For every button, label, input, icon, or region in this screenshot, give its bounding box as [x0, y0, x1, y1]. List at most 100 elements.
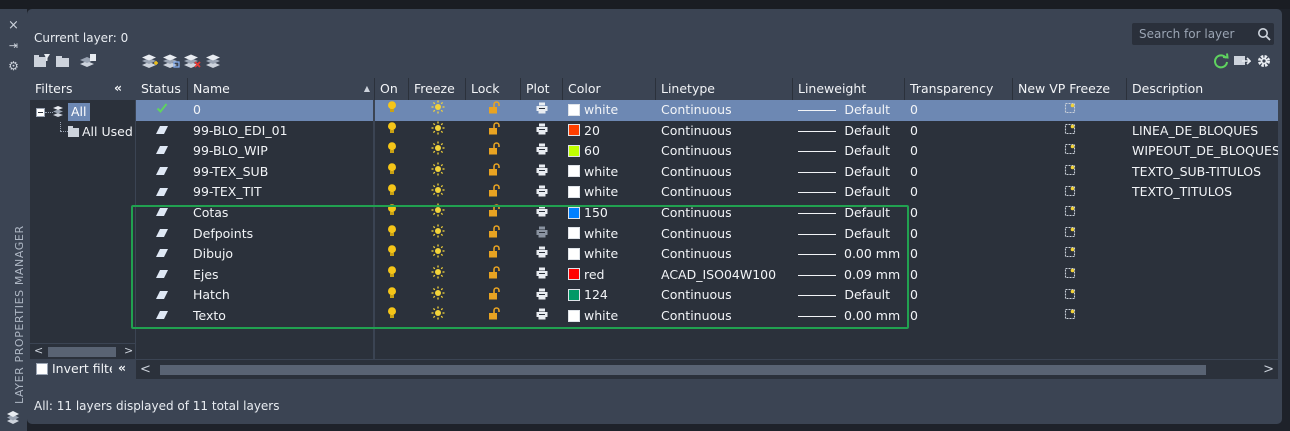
layer-transparency-cell[interactable]: 0: [905, 224, 1013, 245]
layer-color-cell[interactable]: white: [563, 306, 656, 327]
filter-scroll-thumb[interactable]: [48, 347, 116, 357]
color-swatch[interactable]: [568, 124, 580, 137]
lightbulb-on-icon[interactable]: [386, 265, 398, 285]
layer-freeze-cell[interactable]: [409, 121, 466, 142]
layer-on-cell[interactable]: [375, 121, 409, 142]
open-padlock-icon[interactable]: [488, 286, 500, 306]
layer-status-cell[interactable]: [136, 285, 188, 306]
color-swatch[interactable]: [568, 227, 580, 240]
layer-on-cell[interactable]: [375, 224, 409, 245]
layer-new-vp-freeze-cell[interactable]: [1013, 285, 1127, 306]
layer-name-cell[interactable]: Hatch: [188, 285, 375, 306]
layer-color-cell[interactable]: 60: [563, 141, 656, 162]
lightbulb-on-icon[interactable]: [386, 100, 398, 120]
autohide-icon[interactable]: ⇥: [0, 39, 27, 53]
layer-color-cell[interactable]: white: [563, 244, 656, 265]
column-header-lineweight[interactable]: Lineweight: [793, 78, 905, 100]
layer-new-vp-freeze-cell[interactable]: [1013, 224, 1127, 245]
viewport-freeze-icon[interactable]: [1064, 286, 1076, 306]
grid-horizontal-scrollbar[interactable]: < >: [136, 359, 1278, 379]
lightbulb-on-icon[interactable]: [386, 121, 398, 141]
color-swatch[interactable]: [568, 185, 580, 198]
close-icon[interactable]: ×: [0, 19, 27, 33]
layer-plot-cell[interactable]: [521, 182, 563, 203]
layer-lineweight-cell[interactable]: Default: [793, 203, 905, 224]
layer-row[interactable]: Ejes red ACAD_ISO04W100 0.09 mm 0: [136, 265, 1278, 286]
printer-disabled-icon[interactable]: [536, 224, 548, 244]
new-vp-frozen-layer-icon[interactable]: [162, 53, 180, 69]
layer-color-cell[interactable]: red: [563, 265, 656, 286]
layer-lock-cell[interactable]: [466, 285, 521, 306]
grid-scroll-right-arrow[interactable]: >: [1263, 362, 1274, 377]
layer-color-cell[interactable]: white: [563, 100, 656, 121]
layer-new-vp-freeze-cell[interactable]: [1013, 100, 1127, 121]
color-swatch[interactable]: [568, 144, 580, 157]
layer-linetype-cell[interactable]: Continuous: [656, 100, 793, 121]
open-padlock-icon[interactable]: [488, 244, 500, 264]
layer-status-cell[interactable]: [136, 203, 188, 224]
layer-lock-cell[interactable]: [466, 306, 521, 327]
tree-item-all-used-layers[interactable]: All Used Layers: [30, 122, 135, 142]
column-header-linetype[interactable]: Linetype: [656, 78, 793, 100]
layer-name-cell[interactable]: Defpoints: [188, 224, 375, 245]
layer-freeze-cell[interactable]: [409, 306, 466, 327]
search-icon[interactable]: [1256, 25, 1272, 46]
printer-icon[interactable]: [536, 100, 548, 120]
layer-row[interactable]: 99-BLO_WIP 60 Continuous Default 0 WIPEOUT_DE…: [136, 141, 1278, 162]
layer-description-cell[interactable]: [1127, 203, 1278, 224]
printer-icon[interactable]: [536, 203, 548, 223]
layer-linetype-cell[interactable]: ACAD_ISO04W100: [656, 265, 793, 286]
layer-name-cell[interactable]: Ejes: [188, 265, 375, 286]
column-header-transparency[interactable]: Transparency: [905, 78, 1013, 100]
layer-plot-cell[interactable]: [521, 141, 563, 162]
layer-lock-cell[interactable]: [466, 244, 521, 265]
viewport-freeze-icon[interactable]: [1064, 141, 1076, 161]
column-header-lock[interactable]: Lock: [466, 78, 521, 100]
new-layer-icon[interactable]: [141, 53, 159, 69]
column-header-status[interactable]: Status: [136, 78, 188, 100]
layer-row[interactable]: Texto white Continuous 0.00 mm 0: [136, 306, 1278, 327]
layer-lineweight-cell[interactable]: 0.00 mm: [793, 244, 905, 265]
layer-name-cell[interactable]: Dibujo: [188, 244, 375, 265]
layer-on-cell[interactable]: [375, 203, 409, 224]
layer-row[interactable]: 99-TEX_TIT white Continuous Default 0 TEXTO_T…: [136, 182, 1278, 203]
layer-plot-cell[interactable]: [521, 224, 563, 245]
set-current-icon[interactable]: [205, 53, 223, 69]
open-padlock-icon[interactable]: [488, 121, 500, 141]
layer-new-vp-freeze-cell[interactable]: [1013, 244, 1127, 265]
layer-status-cell[interactable]: [136, 265, 188, 286]
layer-description-cell[interactable]: LINEA_DE_BLOQUES: [1127, 121, 1278, 142]
layer-row[interactable]: 99-BLO_EDI_01 20 Continuous Default 0 LINEA_D…: [136, 121, 1278, 142]
layer-status-cell[interactable]: [136, 306, 188, 327]
color-swatch[interactable]: [568, 103, 580, 116]
layer-row[interactable]: Defpoints white Continuous Default 0: [136, 224, 1278, 245]
column-header-freeze[interactable]: Freeze: [409, 78, 466, 100]
layer-plot-cell[interactable]: [521, 244, 563, 265]
layer-description-cell[interactable]: [1127, 306, 1278, 327]
layer-lineweight-cell[interactable]: 0.00 mm: [793, 306, 905, 327]
viewport-freeze-icon[interactable]: [1064, 121, 1076, 141]
layer-name-cell[interactable]: 99-TEX_SUB: [188, 162, 375, 183]
lightbulb-on-icon[interactable]: [386, 141, 398, 161]
sun-thawed-icon[interactable]: [431, 141, 445, 161]
open-padlock-icon[interactable]: [488, 100, 500, 120]
layer-lineweight-cell[interactable]: Default: [793, 162, 905, 183]
layer-freeze-cell[interactable]: [409, 203, 466, 224]
sun-thawed-icon[interactable]: [431, 265, 445, 285]
printer-icon[interactable]: [536, 141, 548, 161]
column-header-new-vp-freeze[interactable]: New VP Freeze: [1013, 78, 1127, 100]
layer-new-vp-freeze-cell[interactable]: [1013, 306, 1127, 327]
layer-lock-cell[interactable]: [466, 141, 521, 162]
open-padlock-icon[interactable]: [488, 162, 500, 182]
layer-status-cell[interactable]: [136, 121, 188, 142]
new-property-filter-icon[interactable]: [33, 53, 51, 69]
printer-icon[interactable]: [536, 265, 548, 285]
layer-plot-cell[interactable]: [521, 306, 563, 327]
layer-linetype-cell[interactable]: Continuous: [656, 162, 793, 183]
open-padlock-icon[interactable]: [488, 306, 500, 326]
sun-thawed-icon[interactable]: [431, 100, 445, 120]
layer-name-cell[interactable]: Cotas: [188, 203, 375, 224]
column-header-name[interactable]: Name ▲: [188, 78, 375, 100]
filter-scroll-left-arrow[interactable]: <: [34, 344, 43, 357]
filter-tree-scrollbar[interactable]: < >: [30, 343, 135, 359]
